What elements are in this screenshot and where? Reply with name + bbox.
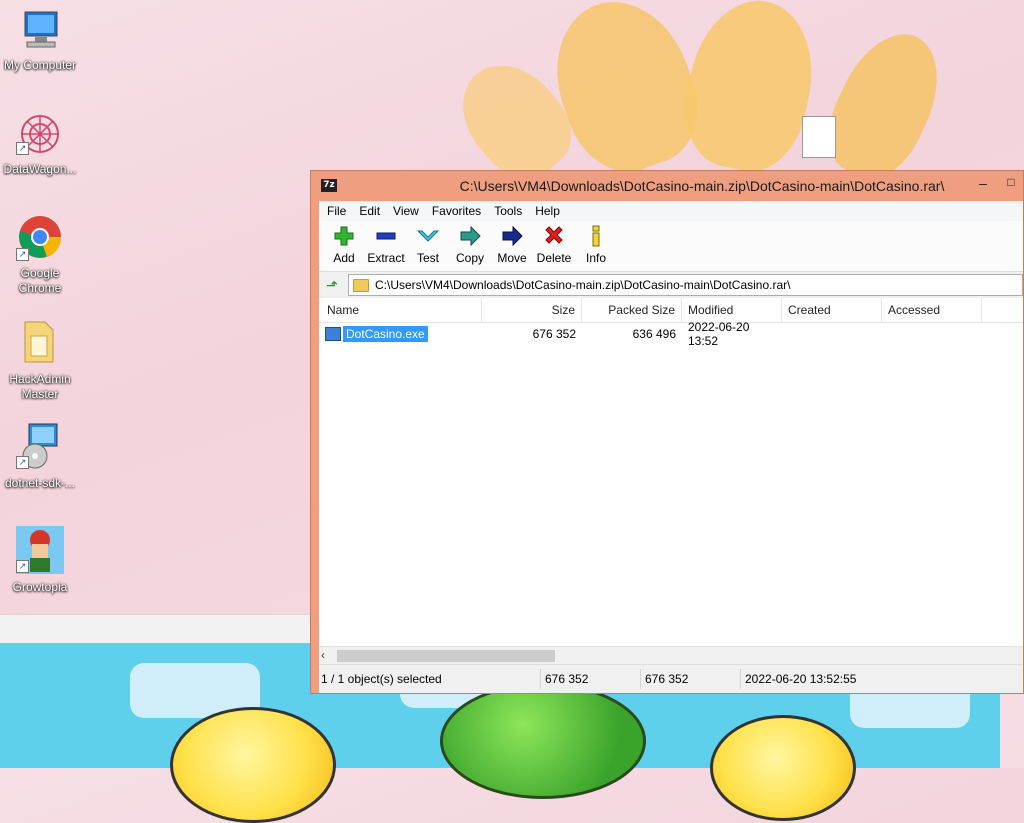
desktop-icon-hackadmin-master[interactable]: HackAdmin Master bbox=[0, 318, 80, 402]
scrollbar-thumb[interactable] bbox=[337, 650, 555, 662]
status-selected: 1 / 1 object(s) selected bbox=[319, 669, 541, 689]
add-icon bbox=[323, 225, 365, 251]
desktop-icon-dotnet-sdk[interactable]: ↗ dotnet-sdk-... bbox=[0, 422, 80, 491]
desktop-icon-google-chrome[interactable]: ↗ Google Chrome bbox=[0, 214, 80, 296]
menu-file[interactable]: File bbox=[327, 204, 346, 218]
test-button[interactable]: Test bbox=[407, 221, 449, 271]
toolbar: Add Extract Test Copy Move Delete Info bbox=[319, 221, 1023, 272]
copy-button[interactable]: Copy bbox=[449, 221, 491, 271]
shortcut-arrow-icon: ↗ bbox=[16, 560, 29, 573]
status-modified: 2022-06-20 13:52:55 bbox=[745, 672, 857, 686]
chrome-icon bbox=[0, 214, 80, 264]
growtopia-icon bbox=[0, 526, 80, 578]
datawagon-icon bbox=[0, 112, 80, 160]
horizontal-scrollbar[interactable]: ‹ bbox=[319, 646, 1023, 665]
address-bar: ⬏ C:\Users\VM4\Downloads\DotCasino-main.… bbox=[319, 272, 1023, 299]
menu-view[interactable]: View bbox=[393, 204, 419, 218]
table-row[interactable]: DotCasino.exe 676 352 636 496 2022-06-20… bbox=[319, 320, 1023, 348]
column-header-overflow bbox=[982, 298, 1023, 322]
menu-bar: File Edit View Favorites Tools Help bbox=[319, 201, 1023, 221]
menu-help[interactable]: Help bbox=[535, 204, 560, 218]
desktop-icon-my-computer[interactable]: My Computer bbox=[0, 8, 80, 73]
column-header-accessed[interactable]: Accessed bbox=[882, 298, 982, 322]
path-field[interactable]: C:\Users\VM4\Downloads\DotCasino-main.zi… bbox=[348, 274, 1023, 296]
window-title: C:\Users\VM4\Downloads\DotCasino-main.zi… bbox=[459, 178, 945, 194]
exe-file-icon bbox=[325, 327, 341, 342]
desktop-icon-datawagon[interactable]: ↗ DataWagon... bbox=[0, 112, 80, 177]
move-icon bbox=[491, 225, 533, 251]
menu-edit[interactable]: Edit bbox=[359, 204, 380, 218]
status-bar: 1 / 1 object(s) selected 676 352 676 352… bbox=[319, 664, 1023, 693]
status-size: 676 352 bbox=[541, 669, 641, 689]
installer-icon bbox=[0, 422, 80, 474]
shortcut-arrow-icon: ↗ bbox=[16, 456, 29, 469]
column-header-row: Name Size Packed Size Modified Created A… bbox=[319, 298, 1023, 323]
delete-button[interactable]: Delete bbox=[533, 221, 575, 271]
title-bar[interactable]: 7z C:\Users\VM4\Downloads\DotCasino-main… bbox=[311, 171, 1023, 201]
folder-icon bbox=[0, 318, 80, 370]
extract-button[interactable]: Extract bbox=[365, 221, 407, 271]
add-button[interactable]: Add bbox=[323, 221, 365, 271]
window-content: File Edit View Favorites Tools Help Add … bbox=[319, 201, 1023, 693]
delete-icon bbox=[533, 225, 575, 251]
text-file-icon[interactable] bbox=[802, 116, 836, 158]
file-list[interactable]: Name Size Packed Size Modified Created A… bbox=[319, 298, 1023, 665]
column-header-created[interactable]: Created bbox=[782, 298, 882, 322]
column-header-packed-size[interactable]: Packed Size bbox=[582, 298, 682, 322]
file-name[interactable]: DotCasino.exe bbox=[343, 325, 428, 342]
menu-tools[interactable]: Tools bbox=[494, 204, 522, 218]
column-header-modified[interactable]: Modified bbox=[682, 298, 782, 322]
column-header-size[interactable]: Size bbox=[482, 298, 582, 322]
maximize-button[interactable]: □ bbox=[1001, 175, 1021, 193]
desktop-icon-growtopia[interactable]: ↗ Growtopia bbox=[0, 526, 80, 595]
minimize-button[interactable]: – bbox=[973, 175, 993, 193]
status-total: 676 352 bbox=[641, 669, 741, 689]
shortcut-arrow-icon: ↗ bbox=[16, 142, 29, 155]
file-packed-size: 636 496 bbox=[632, 327, 676, 341]
up-folder-icon[interactable]: ⬏ bbox=[322, 275, 342, 295]
sevenzip-window[interactable]: 7z C:\Users\VM4\Downloads\DotCasino-main… bbox=[310, 170, 1024, 694]
info-button[interactable]: Info bbox=[575, 221, 617, 271]
computer-icon bbox=[0, 8, 80, 56]
column-header-name[interactable]: Name bbox=[319, 298, 482, 322]
shortcut-arrow-icon: ↗ bbox=[16, 248, 29, 261]
path-text: C:\Users\VM4\Downloads\DotCasino-main.zi… bbox=[375, 278, 791, 292]
file-size: 676 352 bbox=[532, 327, 576, 341]
background-window-edge bbox=[0, 614, 312, 645]
move-button[interactable]: Move bbox=[491, 221, 533, 271]
info-icon bbox=[575, 225, 617, 251]
copy-icon bbox=[449, 225, 491, 251]
menu-favorites[interactable]: Favorites bbox=[432, 204, 481, 218]
folder-icon bbox=[353, 278, 369, 292]
wallpaper-petal bbox=[812, 18, 958, 192]
file-modified: 2022-06-20 13:52 bbox=[688, 320, 750, 348]
test-icon bbox=[407, 225, 449, 251]
extract-icon bbox=[365, 225, 407, 251]
scroll-left-arrow-icon[interactable]: ‹ bbox=[321, 648, 325, 662]
